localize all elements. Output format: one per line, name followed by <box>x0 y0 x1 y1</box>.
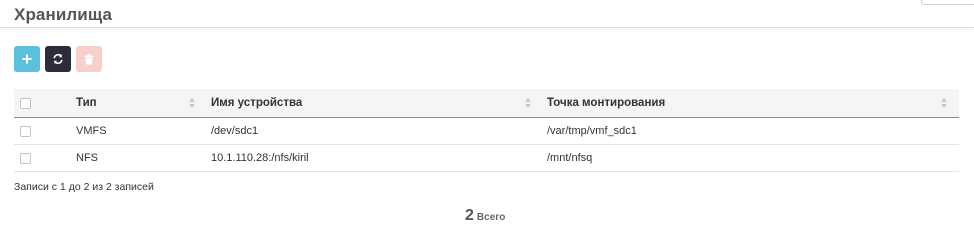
header-corner-tab <box>921 0 974 5</box>
page-title: Хранилища <box>14 5 113 24</box>
refresh-button[interactable] <box>45 46 71 72</box>
cell-device-name: /dev/sdc1 <box>211 125 259 137</box>
select-all-checkbox[interactable] <box>20 97 31 109</box>
trash-icon <box>84 53 94 64</box>
records-info: Записи с 1 до 2 из 2 записей <box>14 181 154 193</box>
storage-page: Хранилища Тип Имя устройства Точка монти… <box>0 0 974 240</box>
plus-icon <box>22 54 32 64</box>
table-row[interactable]: VMFS /dev/sdc1 /var/tmp/vmf_sdc1 <box>14 118 959 145</box>
column-header-device-name[interactable]: Имя устройства <box>211 89 531 117</box>
row-checkbox-cell <box>20 118 34 144</box>
sort-icon[interactable] <box>941 97 947 109</box>
total-counter: 2 Всего <box>465 207 505 225</box>
total-label: Всего <box>476 212 506 223</box>
cell-type: NFS <box>76 152 98 164</box>
cell-mount-point: /mnt/nfsq <box>547 152 593 164</box>
select-all-cell <box>20 89 34 117</box>
table-row[interactable]: NFS 10.1.110.28:/nfs/kiril /mnt/nfsq <box>14 145 959 172</box>
sort-icon[interactable] <box>189 97 195 109</box>
storage-table: Тип Имя устройства Точка монтирования VM… <box>14 89 959 172</box>
refresh-icon <box>53 53 63 65</box>
column-header-mount-point[interactable]: Точка монтирования <box>547 89 947 117</box>
total-count: 2 <box>465 207 474 224</box>
add-button[interactable] <box>14 46 40 72</box>
cell-type: VMFS <box>76 125 107 137</box>
column-header-type[interactable]: Тип <box>76 89 196 117</box>
row-checkbox[interactable] <box>20 152 31 164</box>
row-checkbox[interactable] <box>20 125 31 137</box>
table-header: Тип Имя устройства Точка монтирования <box>14 89 959 118</box>
cell-mount-point: /var/tmp/vmf_sdc1 <box>547 125 637 137</box>
cell-device-name: 10.1.110.28:/nfs/kiril <box>211 152 309 164</box>
row-checkbox-cell <box>20 145 34 171</box>
delete-button[interactable] <box>76 46 102 72</box>
page-header: Хранилища <box>0 0 974 28</box>
sort-icon[interactable] <box>525 97 531 109</box>
